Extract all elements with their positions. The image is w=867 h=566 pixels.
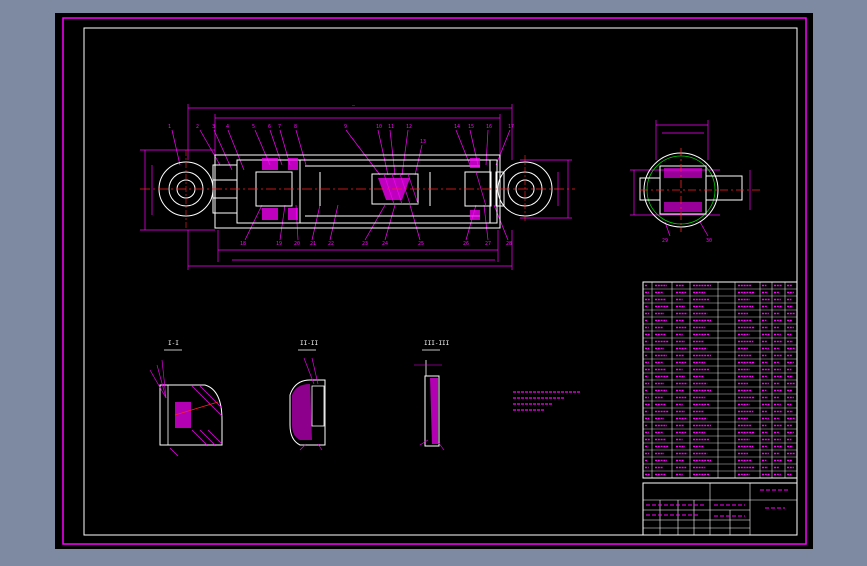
cad-drawing: — 123 456 789 10 11 12 1314 15 16 17 18 19 20 … xyxy=(55,13,813,549)
svg-text:1: 1 xyxy=(168,124,171,130)
svg-text:7: 7 xyxy=(278,124,281,130)
svg-text:11: 11 xyxy=(388,124,394,130)
drawing-sheet xyxy=(55,13,813,549)
svg-text:29: 29 xyxy=(662,238,668,244)
svg-text:25: 25 xyxy=(418,241,424,247)
svg-text:19: 19 xyxy=(276,241,282,247)
svg-text:14: 14 xyxy=(454,124,460,130)
section-label-2: II-II xyxy=(300,340,318,347)
svg-text:6: 6 xyxy=(268,124,271,130)
svg-text:26: 26 xyxy=(463,241,469,247)
svg-text:8: 8 xyxy=(294,124,297,130)
svg-text:5: 5 xyxy=(252,124,255,130)
svg-text:22: 22 xyxy=(328,241,334,247)
svg-text:27: 27 xyxy=(485,241,491,247)
svg-text:13: 13 xyxy=(420,139,426,145)
svg-text:28: 28 xyxy=(506,241,512,247)
svg-text:18: 18 xyxy=(240,241,246,247)
svg-text:3: 3 xyxy=(212,124,215,130)
svg-text:15: 15 xyxy=(468,124,474,130)
svg-text:2: 2 xyxy=(196,124,199,130)
svg-text:9: 9 xyxy=(344,124,347,130)
cad-viewport[interactable]: — 123 456 789 10 11 12 13 14 15 16 17 18 19 20 … xyxy=(0,0,867,562)
svg-text:20: 20 xyxy=(294,241,300,247)
svg-text:21: 21 xyxy=(310,241,316,247)
svg-text:12: 12 xyxy=(406,124,412,130)
svg-text:23: 23 xyxy=(362,241,368,247)
section-label-1: I-I xyxy=(168,340,179,347)
svg-text:17: 17 xyxy=(508,124,514,130)
svg-text:30: 30 xyxy=(706,238,712,244)
svg-text:16: 16 xyxy=(486,124,492,130)
section-label-3: III-III xyxy=(424,340,450,347)
svg-text:10: 10 xyxy=(376,124,382,130)
svg-text:24: 24 xyxy=(382,241,388,247)
svg-text:4: 4 xyxy=(226,124,229,130)
